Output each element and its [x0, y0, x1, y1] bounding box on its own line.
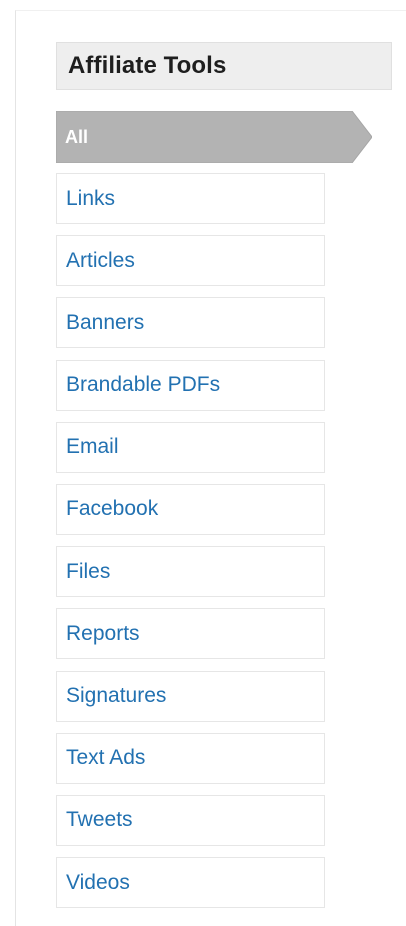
tool-filter-label: Facebook [66, 497, 159, 521]
tool-filter-label: Brandable PDFs [66, 373, 221, 397]
tool-filter-label: Reports [66, 621, 140, 645]
tool-filter-list: Links Articles Banners Brandable PDFs Em… [56, 173, 326, 909]
tool-filter-label: Text Ads [66, 746, 146, 770]
tool-filter-label: Banners [66, 310, 145, 334]
tool-filter-articles[interactable]: Articles [56, 235, 325, 287]
tool-filter-label: Links [66, 186, 116, 210]
tool-filter-label: Videos [66, 870, 130, 894]
tool-filter-all-label: All [65, 127, 89, 147]
tool-filter-videos[interactable]: Videos [56, 857, 325, 909]
tool-filter-files[interactable]: Files [56, 546, 325, 598]
tool-filter-label: Articles [66, 248, 135, 272]
tool-filter-brandable-pdfs[interactable]: Brandable PDFs [56, 359, 325, 411]
tool-filter-signatures[interactable]: Signatures [56, 670, 325, 722]
tool-filter-label: Email [66, 435, 119, 459]
tool-filter-label: Tweets [66, 808, 133, 832]
tool-filter-links[interactable]: Links [56, 173, 325, 224]
tool-filter-label: Signatures [66, 684, 167, 707]
tool-filter-tweets[interactable]: Tweets [56, 794, 325, 846]
active-tab-arrow-shape [56, 111, 372, 163]
tool-filter-text-ads[interactable]: Text Ads [56, 732, 325, 784]
tool-filter-banners[interactable]: Banners [56, 297, 325, 349]
tool-filter-email[interactable]: Email [56, 421, 325, 473]
panel-header: Affiliate Tools [56, 42, 392, 90]
tool-filter-facebook[interactable]: Facebook [56, 483, 325, 535]
tool-filter-all[interactable]: All [56, 111, 372, 163]
tool-filter-reports[interactable]: Reports [56, 608, 325, 660]
panel-title: Affiliate Tools [68, 52, 227, 79]
tool-filter-label: Files [66, 559, 111, 583]
